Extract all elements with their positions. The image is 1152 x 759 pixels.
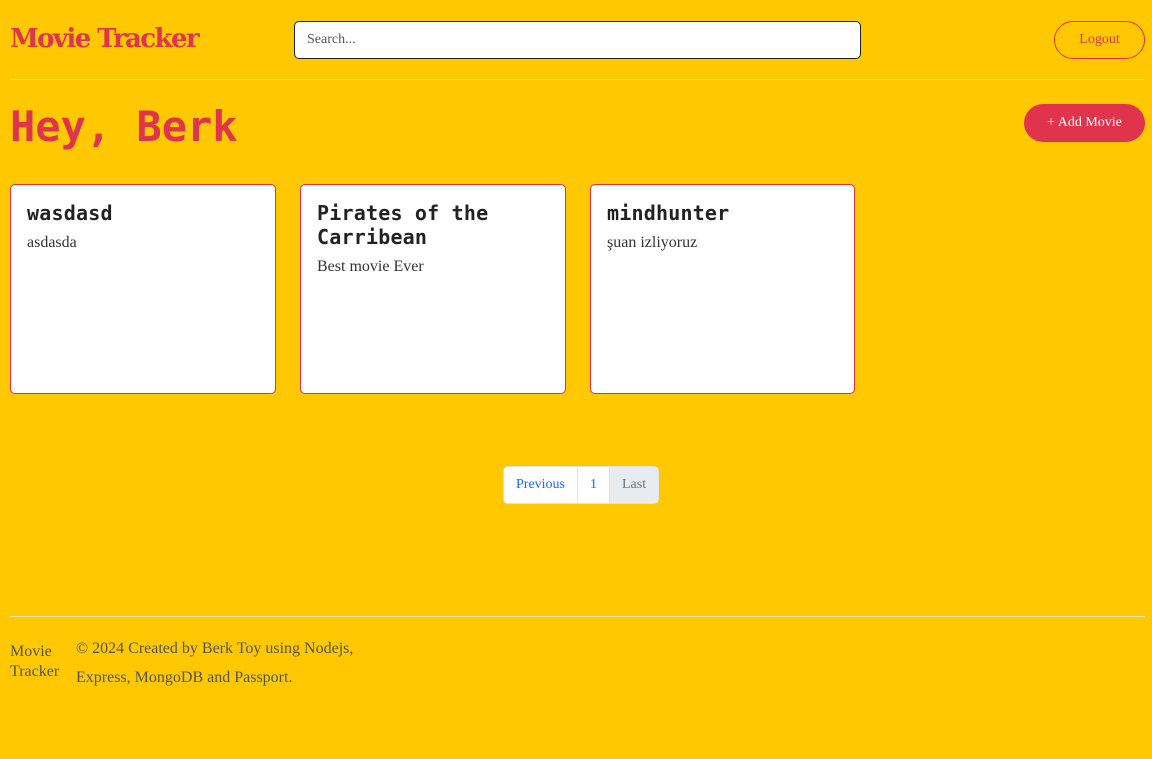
pagination: Previous 1 Last [503, 466, 660, 504]
search-box[interactable] [294, 21, 861, 59]
search-input[interactable] [295, 22, 860, 58]
pagination-previous[interactable]: Previous [504, 467, 578, 503]
pagination-last[interactable]: Last [610, 467, 659, 503]
header-divider [10, 79, 1145, 80]
footer-copyright: © 2024 Created by Berk Toy using Nodejs,… [76, 640, 354, 686]
page-title: Hey, Berk [10, 102, 238, 151]
movie-description: Best movie Ever [317, 258, 424, 275]
movie-card[interactable]: Pirates of the Carribean Best movie Ever [300, 184, 566, 394]
movie-card[interactable]: mindhunter şuan izliyoruz [590, 184, 855, 394]
movie-title: Pirates of the Carribean [317, 201, 489, 249]
movie-description: şuan izliyoruz [607, 234, 698, 251]
logout-button[interactable]: Logout [1054, 21, 1145, 59]
movie-title: mindhunter [607, 201, 730, 225]
pagination-page-1[interactable]: 1 [578, 467, 610, 503]
footer-brand[interactable]: Movie Tracker [10, 642, 70, 682]
footer-divider [10, 616, 1145, 617]
brand-logo[interactable]: Movie Tracker [10, 20, 200, 58]
movie-card[interactable]: wasdasd asdasda [10, 184, 276, 394]
movie-description: asdasda [27, 234, 77, 251]
movie-title: wasdasd [27, 201, 113, 225]
add-movie-button[interactable]: + Add Movie [1024, 104, 1145, 142]
top-navbar: Movie Tracker Logout [0, 0, 1152, 79]
